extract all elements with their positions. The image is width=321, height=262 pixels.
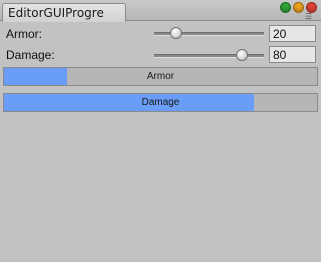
damage-value-field[interactable]: 80 bbox=[269, 46, 316, 63]
damage-value: 80 bbox=[273, 48, 287, 62]
armor-value: 20 bbox=[273, 27, 287, 41]
window-titlebar: EditorGUIProgre ☰ bbox=[0, 0, 321, 22]
window-tab-title: EditorGUIProgre bbox=[8, 6, 104, 20]
minimize-window-icon[interactable] bbox=[293, 2, 304, 13]
damage-label: Damage: bbox=[6, 48, 55, 62]
damage-progress-label: Damage bbox=[141, 97, 180, 108]
armor-progress-bar: Armor bbox=[3, 67, 318, 86]
window-tab[interactable]: EditorGUIProgre bbox=[2, 3, 126, 22]
armor-progress-label: Armor bbox=[146, 71, 175, 82]
armor-value-field[interactable]: 20 bbox=[269, 25, 316, 42]
close-window-icon[interactable] bbox=[280, 2, 291, 13]
armor-slider-thumb[interactable] bbox=[170, 27, 182, 39]
damage-progress-bar: Damage bbox=[3, 93, 318, 112]
menu-lines-icon[interactable]: ☰ bbox=[305, 13, 316, 21]
armor-label: Armor: bbox=[6, 27, 42, 41]
damage-slider-thumb[interactable] bbox=[236, 49, 248, 61]
